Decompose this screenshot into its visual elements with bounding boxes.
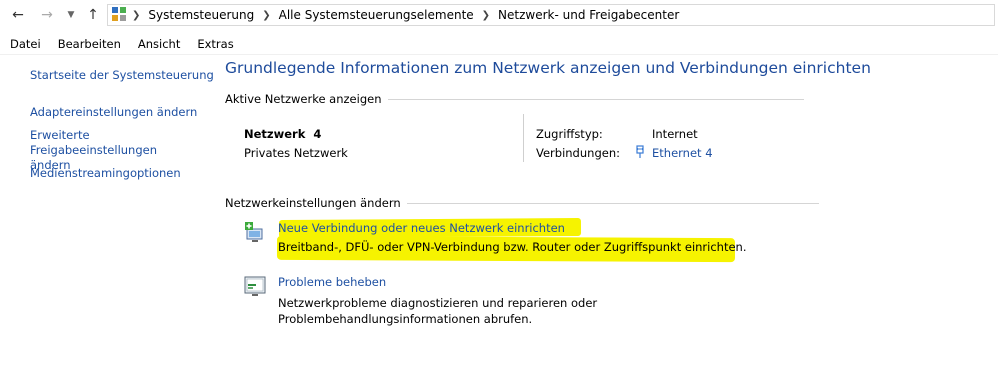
network-name: Netzwerk 4 — [244, 127, 322, 141]
menu-bar: Datei Bearbeiten Ansicht Extras — [0, 35, 998, 55]
breadcrumb-separator-icon[interactable]: ❯ — [132, 10, 140, 21]
troubleshoot-description: Netzwerkprobleme diagnostizieren und rep… — [278, 296, 598, 326]
breadcrumb: ❯ Systemsteuerung ❯ Alle Systemsteuerung… — [132, 7, 679, 23]
new-connection-description: Breitband-, DFÜ- oder VPN-Verbindung bzw… — [278, 240, 747, 254]
address-bar: ← → ▼ ↑ ❯ Systemsteuerung ❯ Alle Systems… — [0, 0, 998, 31]
new-connection-icon — [245, 222, 263, 242]
menu-item-datei[interactable]: Datei — [0, 35, 48, 54]
breadcrumb-item[interactable]: Systemsteuerung — [148, 8, 254, 22]
connections-label: Verbindungen: — [536, 146, 620, 160]
control-panel-icon — [112, 7, 126, 21]
troubleshoot-icon — [244, 276, 266, 296]
section-divider — [387, 98, 804, 100]
column-divider — [523, 114, 524, 162]
address-field[interactable]: ❯ Systemsteuerung ❯ Alle Systemsteuerung… — [107, 4, 995, 26]
breadcrumb-item[interactable]: Netzwerk- und Freigabecenter — [498, 8, 679, 22]
menu-item-bearbeiten[interactable]: Bearbeiten — [48, 35, 128, 54]
change-settings-section-header: Netzwerkeinstellungen ändern — [225, 196, 819, 210]
network-type: Privates Netzwerk — [244, 146, 348, 160]
up-arrow-icon[interactable]: ↑ — [84, 6, 102, 24]
breadcrumb-item[interactable]: Alle Systemsteuerungselemente — [279, 8, 474, 22]
active-networks-heading: Aktive Netzwerke anzeigen — [225, 92, 382, 106]
ethernet-icon — [636, 145, 644, 158]
sidebar-item-adapter-settings[interactable]: Adaptereinstellungen ändern — [30, 105, 197, 120]
menu-item-ansicht[interactable]: Ansicht — [128, 35, 187, 54]
recent-locations-chevron-icon[interactable]: ▼ — [62, 6, 80, 24]
ethernet-connection-link[interactable]: Ethernet 4 — [652, 146, 713, 160]
sidebar-item-media-streaming[interactable]: Medienstreamingoptionen — [30, 166, 181, 181]
access-type-label: Zugriffstyp: — [536, 127, 603, 141]
change-settings-heading: Netzwerkeinstellungen ändern — [225, 196, 401, 210]
breadcrumb-separator-icon[interactable]: ❯ — [262, 10, 270, 21]
access-type-value: Internet — [652, 127, 698, 141]
page-title: Grundlegende Informationen zum Netzwerk … — [225, 59, 871, 77]
active-networks-section-header: Aktive Netzwerke anzeigen — [225, 92, 804, 106]
sidebar-item-control-panel-home[interactable]: Startseite der Systemsteuerung — [30, 68, 214, 83]
menu-item-extras[interactable]: Extras — [187, 35, 240, 54]
forward-arrow-icon[interactable]: → — [38, 6, 56, 24]
back-arrow-icon[interactable]: ← — [9, 6, 27, 24]
troubleshoot-link[interactable]: Probleme beheben — [278, 275, 386, 289]
breadcrumb-separator-icon[interactable]: ❯ — [482, 10, 490, 21]
new-connection-link[interactable]: Neue Verbindung oder neues Netzwerk einr… — [278, 221, 565, 235]
section-divider — [406, 202, 819, 204]
